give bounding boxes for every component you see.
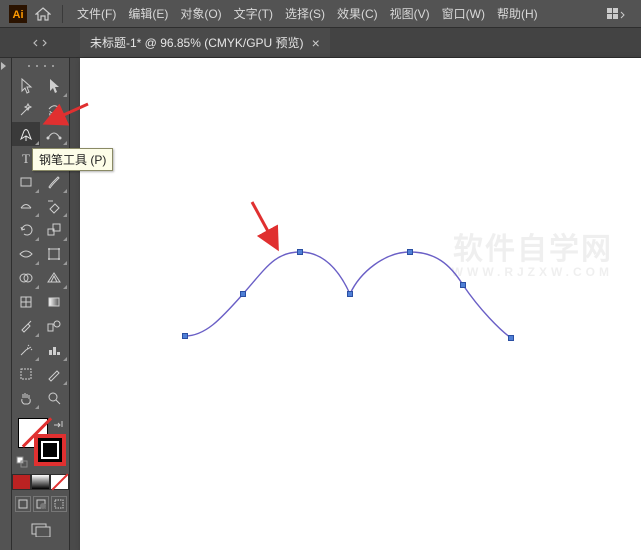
eyedropper-tool[interactable] [12,314,40,338]
menu-bar: Ai 文件(F) 编辑(E) 对象(O) 文字(T) 选择(S) 效果(C) 视… [0,0,641,28]
menu-view[interactable]: 视图(V) [384,0,436,28]
document-tab-label: 未标题-1* @ 96.85% (CMYK/GPU 预览) [90,34,304,51]
menu-object[interactable]: 对象(O) [174,0,227,28]
menu-type[interactable]: 文字(T) [228,0,279,28]
shaper-tool[interactable] [12,194,40,218]
magic-wand-tool[interactable] [12,98,40,122]
expand-triangle-icon [1,62,6,70]
zoom-tool[interactable] [40,386,68,410]
toolbox-grip[interactable] [12,62,69,70]
workspace-switcher-icon[interactable] [605,3,627,25]
drawn-path[interactable] [80,58,641,550]
chevron-left-right-icon [33,38,47,48]
toolbox: T [12,58,70,550]
artboard-tool[interactable] [12,362,40,386]
menu-window[interactable]: 窗口(W) [436,0,491,28]
color-mode-none[interactable] [50,474,69,490]
gradient-tool[interactable] [40,290,68,314]
document-tab-bar: 未标题-1* @ 96.85% (CMYK/GPU 预览) × [80,28,641,58]
color-mode-gradient[interactable] [31,474,50,490]
path-anchor[interactable] [508,335,514,341]
rectangle-tool[interactable] [12,170,40,194]
close-icon[interactable]: × [312,35,320,51]
svg-text:T: T [22,151,30,165]
menu-help[interactable]: 帮助(H) [491,0,544,28]
column-graph-tool[interactable] [40,338,68,362]
svg-text:Ai: Ai [13,9,24,21]
width-tool[interactable] [12,242,40,266]
free-transform-tool[interactable] [40,242,68,266]
fill-stroke-swatches[interactable] [12,418,69,472]
swap-fill-stroke-icon[interactable] [52,420,64,432]
menu-edit[interactable]: 编辑(E) [122,0,174,28]
app-root: { "logo": "Ai", "menu": ["文件(F)","编辑(E)"… [0,0,641,550]
paintbrush-tool[interactable] [40,170,68,194]
stroke-swatch[interactable] [34,434,66,466]
path-anchor[interactable] [407,249,413,255]
menu-file[interactable]: 文件(F) [71,0,122,28]
tooltip-label: 钢笔工具 (P) [39,153,106,167]
screen-mode-button[interactable] [26,520,56,540]
color-mode-solid[interactable] [12,474,31,490]
path-anchor[interactable] [240,291,246,297]
draw-inside[interactable] [51,496,67,512]
artboard[interactable]: 软件自学网 WWW.RJZXW.COM [80,58,641,550]
shape-builder-tool[interactable] [12,266,40,290]
draw-behind[interactable] [33,496,49,512]
selection-tool[interactable] [12,74,40,98]
perspective-grid-tool[interactable] [40,266,68,290]
path-anchor[interactable] [460,282,466,288]
annotation-arrow-icon [248,198,288,258]
tooltip: 钢笔工具 (P) [32,148,113,171]
draw-normal[interactable] [15,496,31,512]
document-tab[interactable]: 未标题-1* @ 96.85% (CMYK/GPU 预览) × [80,28,330,57]
blend-tool[interactable] [40,314,68,338]
path-anchor[interactable] [297,249,303,255]
hand-tool[interactable] [12,386,40,410]
scale-tool[interactable] [40,218,68,242]
panel-dock-nub[interactable] [0,28,80,58]
app-logo: Ai [8,4,28,24]
default-fill-stroke-icon[interactable] [16,456,28,468]
symbol-sprayer-tool[interactable] [12,338,40,362]
menu-select[interactable]: 选择(S) [279,0,331,28]
slice-tool[interactable] [40,362,68,386]
menu-effect[interactable]: 效果(C) [331,0,384,28]
direct-selection-tool[interactable] [40,74,68,98]
panel-collapse-strip[interactable] [0,58,12,550]
menu-separator [62,5,63,23]
mesh-tool[interactable] [12,290,40,314]
canvas-area[interactable]: 软件自学网 WWW.RJZXW.COM [70,58,641,550]
eraser-tool[interactable] [40,194,68,218]
draw-mode-row [12,496,69,512]
pen-tool[interactable] [12,122,40,146]
home-icon[interactable] [34,5,52,23]
rotate-tool[interactable] [12,218,40,242]
path-anchor[interactable] [182,333,188,339]
annotation-arrow-icon [42,100,92,130]
path-anchor[interactable] [347,291,353,297]
color-mode-row [12,474,69,490]
